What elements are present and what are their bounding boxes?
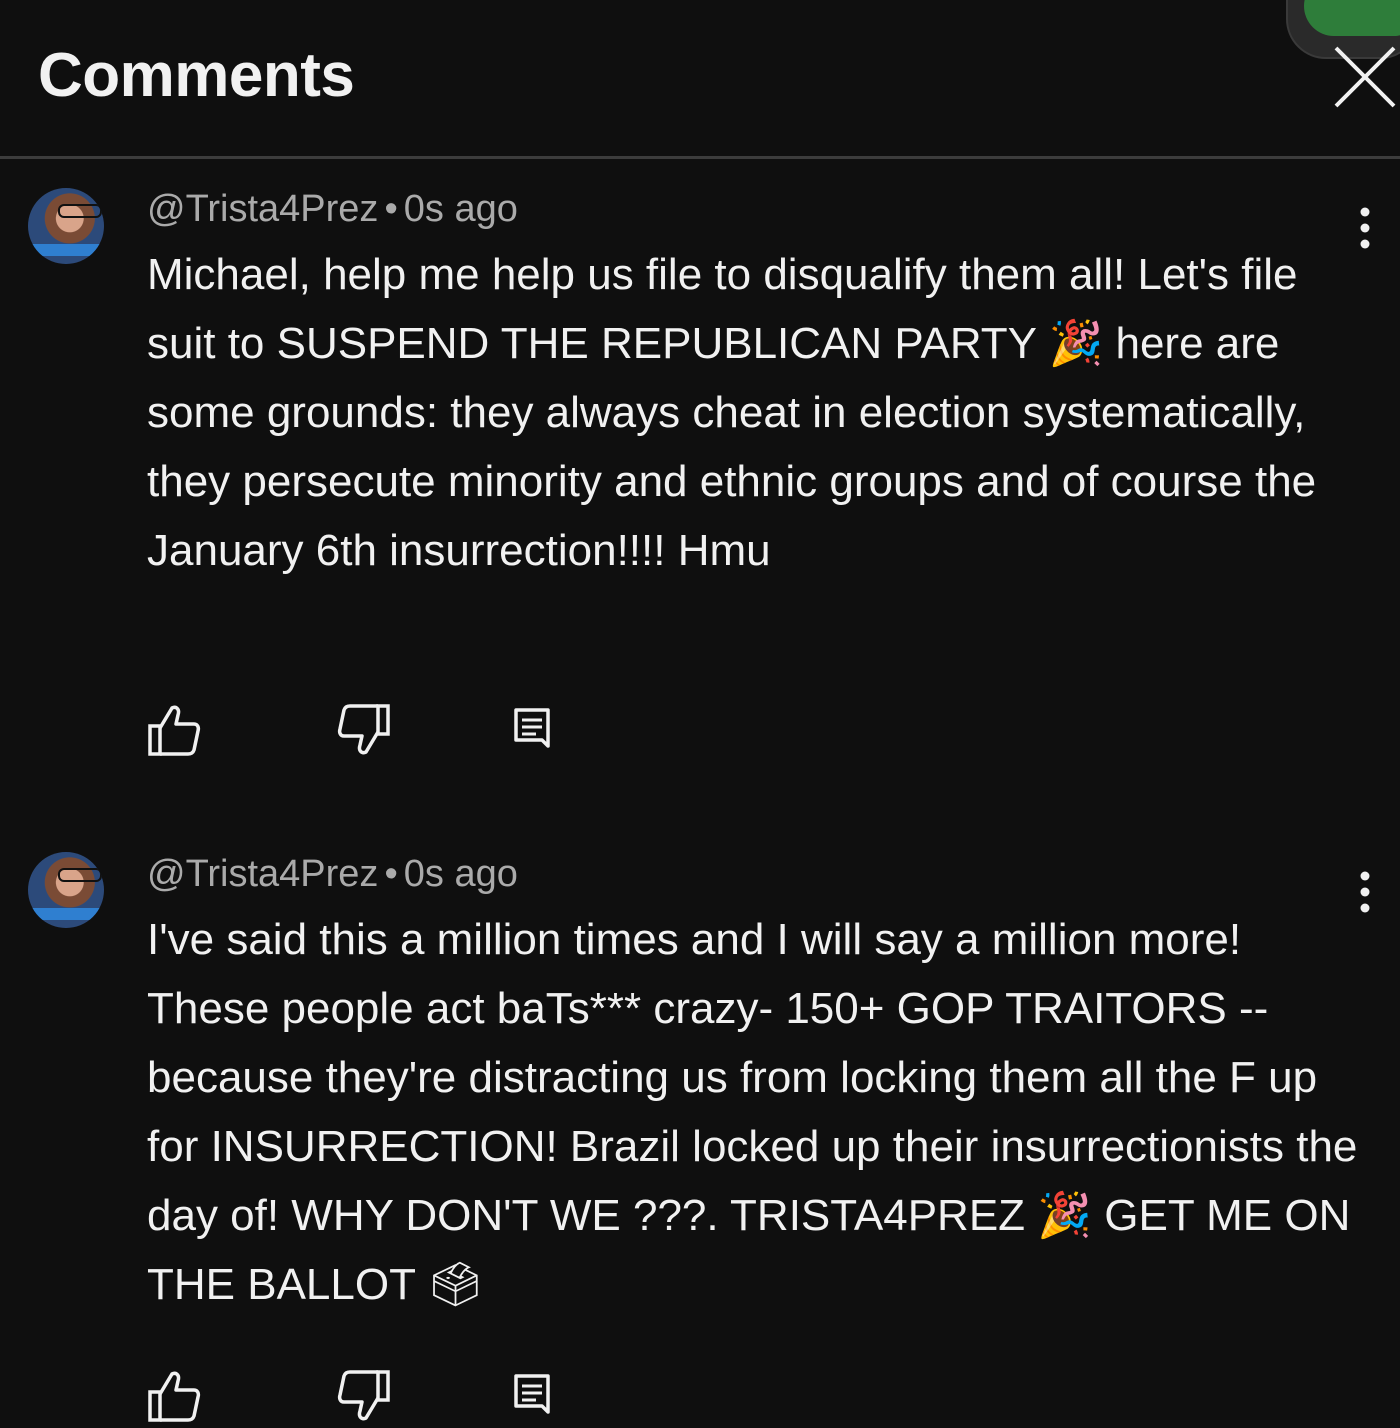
like-icon[interactable]: [146, 702, 202, 758]
dislike-icon[interactable]: [336, 1368, 392, 1424]
comments-header: Comments: [0, 0, 1400, 158]
comment-time: 0s ago: [403, 853, 518, 895]
comment-text: Michael, help me help us file to disqual…: [147, 250, 1317, 575]
meta-separator: •: [384, 188, 398, 230]
header-divider: [0, 156, 1400, 159]
close-icon[interactable]: [1330, 42, 1398, 110]
comment-meta: @Trista4Prez • 0s ago: [147, 188, 518, 231]
comment-actions: [0, 702, 1400, 762]
page-title: Comments: [38, 41, 355, 110]
dislike-icon[interactable]: [336, 702, 392, 758]
comment-author[interactable]: @Trista4Prez: [147, 188, 378, 230]
like-icon[interactable]: [146, 1368, 202, 1424]
comment-time: 0s ago: [403, 188, 518, 230]
reply-icon[interactable]: [508, 702, 564, 758]
comment-author[interactable]: @Trista4Prez: [147, 853, 378, 895]
comment-meta: @Trista4Prez • 0s ago: [147, 853, 518, 896]
meta-separator: •: [384, 853, 398, 895]
reply-icon[interactable]: [508, 1368, 564, 1424]
comment-actions: [0, 1368, 1400, 1428]
comment-text: I've said this a million times and I wil…: [147, 915, 1358, 1309]
avatar[interactable]: [28, 852, 104, 928]
avatar[interactable]: [28, 188, 104, 264]
